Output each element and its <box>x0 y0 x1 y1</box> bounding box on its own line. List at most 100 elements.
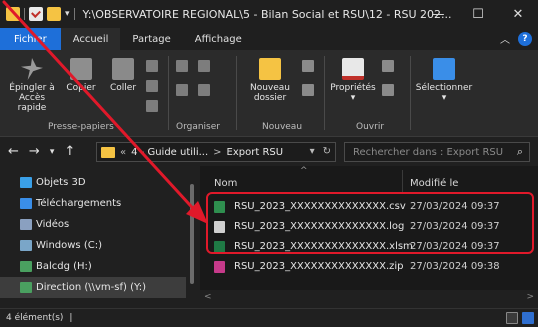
nav-item-videos[interactable]: Vidéos <box>0 214 198 235</box>
divider <box>236 56 237 130</box>
horizontal-scrollbar[interactable]: < > <box>200 290 538 308</box>
column-modified[interactable]: Modifié le <box>410 178 458 189</box>
move-to-button[interactable] <box>176 60 188 72</box>
select-label: Sélectionner <box>415 83 473 93</box>
new-folder-icon <box>259 58 281 80</box>
customize-toolbar-icon[interactable]: ▾ <box>65 9 70 19</box>
breadcrumb-overflow[interactable]: « <box>120 147 126 158</box>
cut-button[interactable] <box>146 60 158 72</box>
paste-shortcut-icon <box>146 100 158 112</box>
nav-label: Direction (\\vm-sf) (Y:) <box>36 282 147 293</box>
copy-to-button[interactable] <box>176 84 188 96</box>
paste-button[interactable]: Coller <box>104 58 142 93</box>
highlight-annotation <box>206 192 534 254</box>
address-dropdown-icon[interactable]: ▾ <box>310 146 315 157</box>
large-icons-view-icon[interactable] <box>522 312 534 324</box>
tab-share[interactable]: Partage <box>120 28 182 50</box>
tab-home[interactable]: Accueil <box>60 28 121 50</box>
nav-label: Objets 3D <box>36 177 86 188</box>
scissors-icon <box>146 60 158 72</box>
folder-icon <box>6 7 20 21</box>
select-all-icon <box>433 58 455 80</box>
refresh-icon[interactable]: ↻ <box>323 146 331 157</box>
pin-label-2: Accès rapide <box>17 93 47 113</box>
up-arrow-icon[interactable]: ↑ <box>64 144 75 159</box>
paste-label: Coller <box>109 83 137 93</box>
scroll-left-icon[interactable]: < <box>204 292 212 302</box>
divider <box>410 56 411 130</box>
item-count: 4 élément(s) <box>6 313 64 323</box>
new-folder-label-1: Nouveau <box>249 83 291 93</box>
group-organize-label: Organiser <box>176 122 220 132</box>
new-item-icon <box>302 60 314 72</box>
nav-scrollbar[interactable] <box>186 166 198 308</box>
recent-locations-icon[interactable]: ▾ <box>50 147 55 157</box>
scroll-right-icon[interactable]: > <box>526 292 534 302</box>
copy-label: Copier <box>66 83 96 93</box>
new-folder-button[interactable]: Nouveau dossier <box>242 58 298 103</box>
help-icon[interactable]: ? <box>518 31 532 46</box>
tab-file[interactable]: Fichier <box>0 28 61 50</box>
forward-arrow-icon[interactable]: → <box>29 144 40 159</box>
group-clipboard-label: Presse-papiers <box>48 122 114 132</box>
properties-button[interactable]: Propriétés ▾ <box>328 58 378 103</box>
search-icon: ⌕ <box>516 145 523 158</box>
delete-icon <box>198 60 210 72</box>
breadcrumb-export-rsu[interactable]: Export RSU <box>227 147 284 158</box>
file-date: 27/03/2024 09:38 <box>410 261 500 272</box>
video-icon <box>20 219 32 230</box>
select-dropdown-icon[interactable]: ▾ <box>442 93 447 103</box>
delete-button[interactable] <box>198 60 210 72</box>
back-arrow-icon[interactable]: ← <box>8 144 19 159</box>
group-open-label: Ouvrir <box>356 122 385 132</box>
nav-scroll-thumb[interactable] <box>190 184 194 284</box>
ribbon-controls: ︿ ? <box>500 31 532 46</box>
pin-icon <box>21 58 43 80</box>
nav-item-windows-c[interactable]: Windows (C:) <box>0 235 198 256</box>
nav-item-balcdg-h[interactable]: Balcdg (H:) <box>0 256 198 277</box>
close-button[interactable]: ✕ <box>498 0 538 28</box>
select-button[interactable]: Sélectionner ▾ <box>414 58 474 103</box>
paste-icon <box>112 58 134 80</box>
drive-icon <box>20 240 32 251</box>
new-folder-label-2: dossier <box>253 93 287 103</box>
zip-file-icon <box>214 261 225 273</box>
rename-button[interactable] <box>198 84 210 96</box>
nav-label: Téléchargements <box>36 198 122 209</box>
maximize-button[interactable]: ☐ <box>458 0 498 28</box>
pin-quick-access-button[interactable]: Épingler à Accès rapide <box>6 58 58 113</box>
minimize-button[interactable]: — <box>418 0 458 28</box>
easy-access-icon <box>302 84 314 96</box>
download-icon <box>20 198 32 209</box>
new-folder-icon[interactable] <box>47 7 61 21</box>
nav-label: Balcdg (H:) <box>36 261 92 272</box>
history-button[interactable] <box>382 84 394 96</box>
title-bar: ▾ Y:\OBSERVATOIRE REGIONAL\5 - Bilan Soc… <box>0 0 538 28</box>
tab-view[interactable]: Affichage <box>183 28 254 50</box>
nav-item-direction-y[interactable]: Direction (\\vm-sf) (Y:) <box>0 277 198 298</box>
file-row-zip[interactable]: RSU_2023_XXXXXXXXXXXXXX.zip 27/03/2024 0… <box>208 258 538 276</box>
copy-button[interactable]: Copier <box>62 58 100 93</box>
ribbon-tabs: Fichier Accueil Partage Affichage ︿ ? <box>0 28 538 50</box>
nav-item-objets-3d[interactable]: Objets 3D <box>0 172 198 193</box>
divider <box>324 56 325 130</box>
history-icon <box>382 84 394 96</box>
breadcrumb-guide[interactable]: 4 - Guide utili... <box>131 147 208 158</box>
nav-item-telechargements[interactable]: Téléchargements <box>0 193 198 214</box>
new-item-button[interactable] <box>302 60 314 72</box>
properties-check-icon[interactable] <box>29 7 43 21</box>
search-input[interactable]: Rechercher dans : Export RSU ⌕ <box>344 142 530 162</box>
collapse-ribbon-icon[interactable]: ︿ <box>500 31 510 46</box>
address-controls: ▾ ↻ <box>310 146 331 157</box>
group-new-label: Nouveau <box>262 122 303 132</box>
column-name[interactable]: Nom <box>214 178 237 189</box>
easy-access-button[interactable] <box>302 84 314 96</box>
properties-dropdown-icon[interactable]: ▾ <box>351 93 356 103</box>
address-field[interactable]: « 4 - Guide utili... > Export RSU ▾ ↻ <box>96 142 336 162</box>
address-bar-row: ← → ▾ ↑ « 4 - Guide utili... > Export RS… <box>0 136 538 166</box>
paste-shortcut-button[interactable] <box>146 100 158 112</box>
details-view-icon[interactable] <box>506 312 518 324</box>
open-button[interactable] <box>382 60 394 72</box>
divider[interactable] <box>402 170 403 194</box>
copy-path-button[interactable] <box>146 80 158 92</box>
